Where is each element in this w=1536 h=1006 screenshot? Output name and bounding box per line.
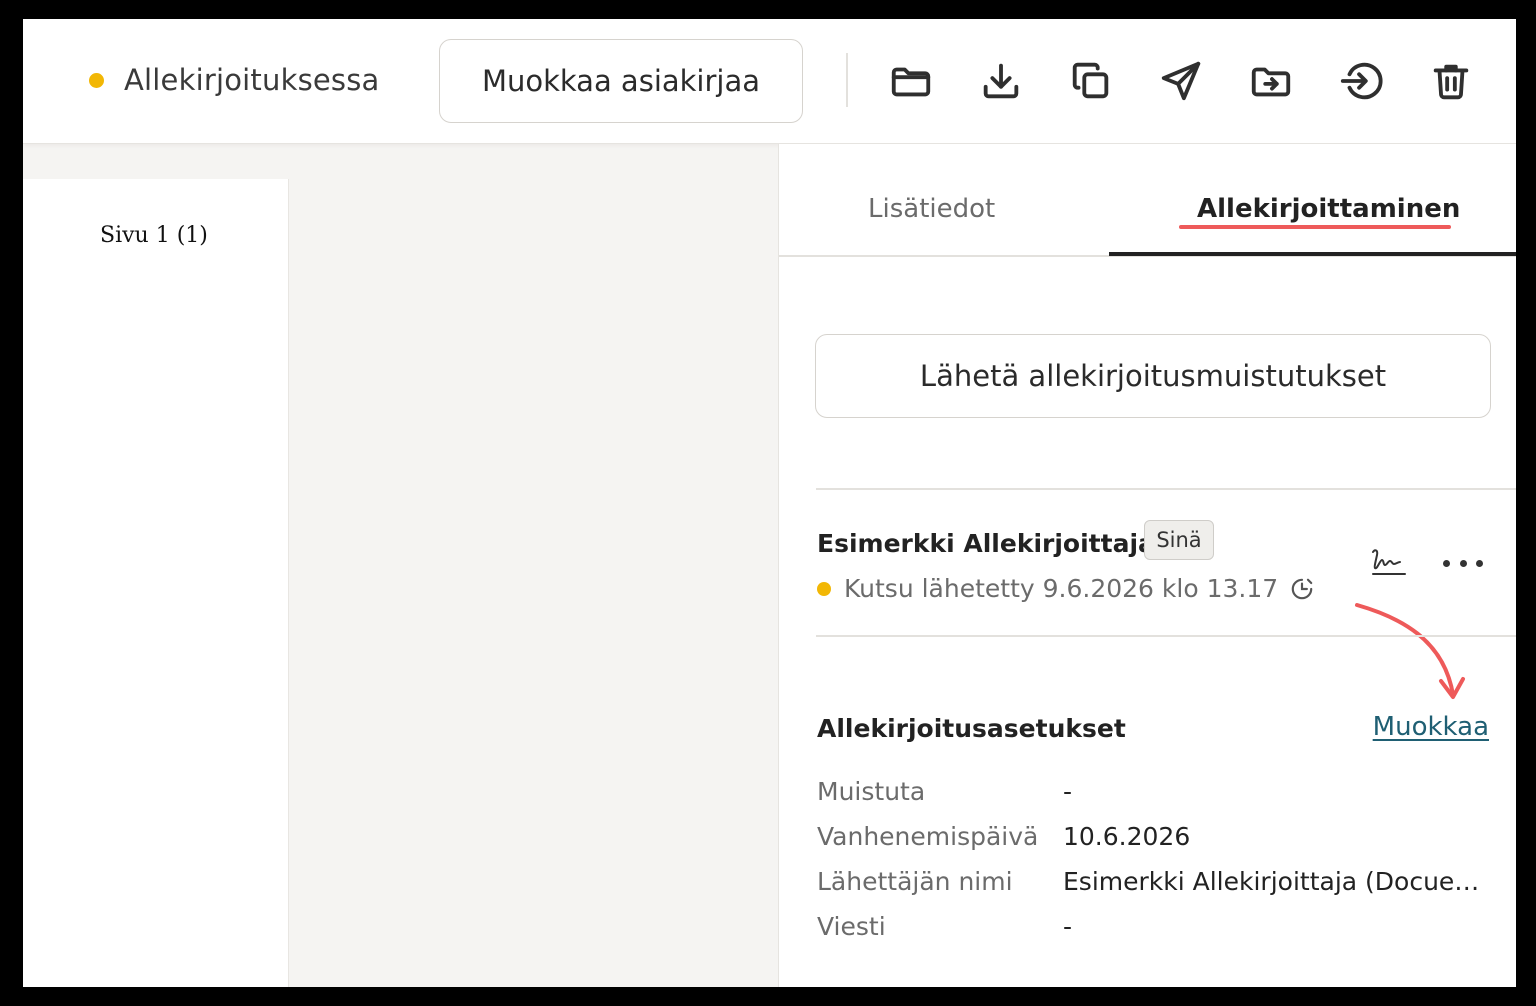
invite-status-text: Kutsu lähetetty 9.6.2026 klo 13.17 xyxy=(844,574,1279,603)
folder-icon[interactable] xyxy=(887,57,935,105)
more-options-icon[interactable] xyxy=(1443,548,1483,578)
status-dot xyxy=(89,72,104,88)
divider xyxy=(816,488,1516,490)
tab-highlight-underline xyxy=(1179,225,1451,229)
status-label: Allekirjoituksessa xyxy=(124,63,380,97)
page-number-label: Sivu 1 (1) xyxy=(100,223,208,248)
move-to-folder-icon[interactable] xyxy=(1247,57,1295,105)
send-icon[interactable] xyxy=(1157,57,1205,105)
toolbar-divider xyxy=(846,53,848,107)
settings-row: Viesti - xyxy=(817,912,1497,941)
you-badge: Sinä xyxy=(1144,520,1214,560)
sign-in-icon[interactable] xyxy=(1337,57,1385,105)
download-icon[interactable] xyxy=(977,57,1025,105)
annotation-arrow-icon xyxy=(1355,603,1465,699)
settings-row-label: Muistuta xyxy=(817,777,926,806)
app-window: Allekirjoituksessa Muokkaa asiakirjaa Si… xyxy=(23,19,1516,987)
send-reminders-button[interactable]: Lähetä allekirjoitusmuistutukset xyxy=(815,334,1491,418)
trash-icon[interactable] xyxy=(1427,57,1475,105)
divider xyxy=(816,635,1516,637)
invite-status-dot xyxy=(817,581,831,596)
tab-details[interactable]: Lisätiedot xyxy=(868,194,995,224)
signing-settings-title: Allekirjoitusasetukset xyxy=(817,714,1126,743)
copy-icon[interactable] xyxy=(1067,57,1115,105)
tab-signing[interactable]: Allekirjoittaminen xyxy=(1197,194,1460,224)
settings-row-label: Viesti xyxy=(817,912,886,941)
document-status: Allekirjoituksessa xyxy=(89,63,380,97)
settings-row: Lähettäjän nimi Esimerkki Allekirjoittaj… xyxy=(817,867,1497,896)
settings-row: Muistuta - xyxy=(817,777,1497,806)
edit-document-button[interactable]: Muokkaa asiakirjaa xyxy=(439,39,803,123)
settings-row: Vanhenemispäivä 10.6.2026 xyxy=(817,822,1497,851)
signature-icon[interactable] xyxy=(1369,544,1409,580)
active-tab-indicator xyxy=(1109,252,1516,256)
settings-row-label: Lähettäjän nimi xyxy=(817,867,1013,896)
settings-row-label: Vanhenemispäivä xyxy=(817,822,1039,851)
settings-row-value: 10.6.2026 xyxy=(1063,822,1191,851)
edit-settings-link[interactable]: Muokkaa xyxy=(1373,712,1489,742)
settings-row-value: - xyxy=(1063,777,1073,806)
document-page: Sivu 1 (1) xyxy=(23,179,289,987)
signer-name: Esimerkki Allekirjoittaja xyxy=(817,529,1155,558)
top-toolbar: Allekirjoituksessa Muokkaa asiakirjaa xyxy=(23,19,1516,144)
invite-status: Kutsu lähetetty 9.6.2026 klo 13.17 xyxy=(817,574,1278,603)
panel-tabs: Lisätiedot Allekirjoittaminen xyxy=(779,144,1516,257)
settings-row-value: - xyxy=(1063,912,1073,941)
settings-row-value: Esimerkki Allekirjoittaja (Docue… xyxy=(1063,867,1480,896)
clock-history-icon[interactable] xyxy=(1289,576,1315,602)
signing-panel: Lisätiedot Allekirjoittaminen Lähetä all… xyxy=(778,144,1516,987)
